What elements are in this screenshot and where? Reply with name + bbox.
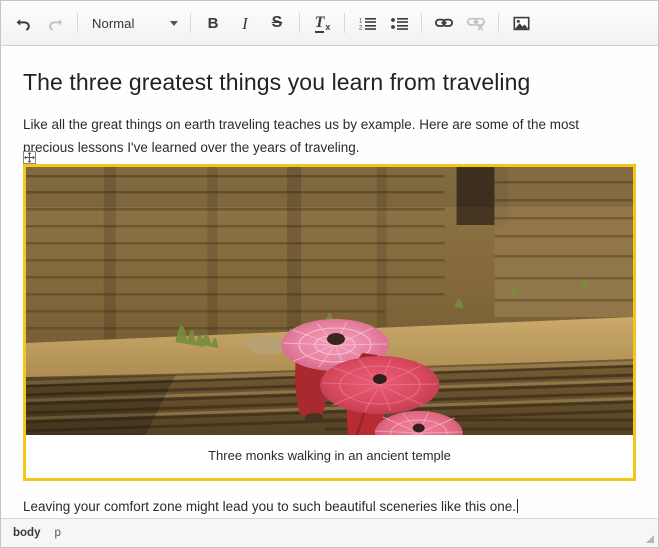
insert-image-button[interactable] — [506, 8, 536, 38]
numbered-list-icon: 1 2 — [359, 16, 376, 31]
undo-button[interactable] — [8, 8, 38, 38]
redo-button[interactable] — [40, 8, 70, 38]
svg-text:2: 2 — [359, 25, 363, 30]
text-cursor — [517, 499, 518, 513]
strikethrough-icon: S — [272, 15, 283, 31]
toolbar-separator-3 — [299, 13, 300, 33]
editor-toolbar: Normal B I S Tx 1 2 — [1, 1, 658, 46]
paragraph-closing: Leaving your comfort zone might lead you… — [23, 495, 636, 518]
insert-link-button[interactable] — [429, 8, 459, 38]
unlink-icon — [467, 16, 485, 31]
unlink-button[interactable] — [461, 8, 491, 38]
figure-caption[interactable]: Three monks walking in an ancient temple — [26, 435, 633, 478]
format-select[interactable]: Normal — [84, 9, 184, 37]
toolbar-separator-6 — [498, 13, 499, 33]
page-title: The three greatest things you learn from… — [23, 68, 636, 97]
redo-icon — [47, 15, 64, 32]
element-path-p[interactable]: p — [54, 527, 60, 539]
editor-statusbar: body p — [1, 518, 658, 547]
resize-grip-icon[interactable] — [643, 532, 655, 544]
svg-text:1: 1 — [359, 18, 363, 24]
document-content-area[interactable]: The three greatest things you learn from… — [1, 46, 658, 518]
figure-image[interactable] — [26, 167, 633, 435]
bold-button[interactable]: B — [198, 8, 228, 38]
bullet-list-button[interactable] — [384, 8, 414, 38]
chevron-down-icon — [170, 21, 178, 26]
strikethrough-button[interactable]: S — [262, 8, 292, 38]
toolbar-separator-1 — [77, 13, 78, 33]
paragraph-closing-text: Leaving your comfort zone might lead you… — [23, 499, 516, 514]
move-handle-icon[interactable] — [23, 151, 36, 164]
undo-icon — [15, 15, 32, 32]
numbered-list-button[interactable]: 1 2 — [352, 8, 382, 38]
remove-format-button[interactable]: Tx — [307, 8, 337, 38]
element-path-body[interactable]: body — [13, 527, 40, 539]
link-icon — [435, 16, 453, 30]
rich-text-editor-window: Normal B I S Tx 1 2 — [0, 0, 659, 548]
format-select-value: Normal — [92, 16, 135, 31]
italic-icon: I — [242, 15, 248, 32]
figure-block[interactable]: Three monks walking in an ancient temple — [23, 164, 636, 481]
toolbar-separator-4 — [344, 13, 345, 33]
bold-icon: B — [208, 16, 219, 31]
selected-figure[interactable]: Three monks walking in an ancient temple — [23, 164, 636, 481]
remove-format-icon: Tx — [315, 14, 330, 32]
paragraph-intro: Like all the great things on earth trave… — [23, 113, 623, 159]
toolbar-separator-2 — [190, 13, 191, 33]
italic-button[interactable]: I — [230, 8, 260, 38]
image-icon — [513, 16, 530, 31]
bullet-list-icon — [391, 16, 408, 31]
toolbar-separator-5 — [421, 13, 422, 33]
